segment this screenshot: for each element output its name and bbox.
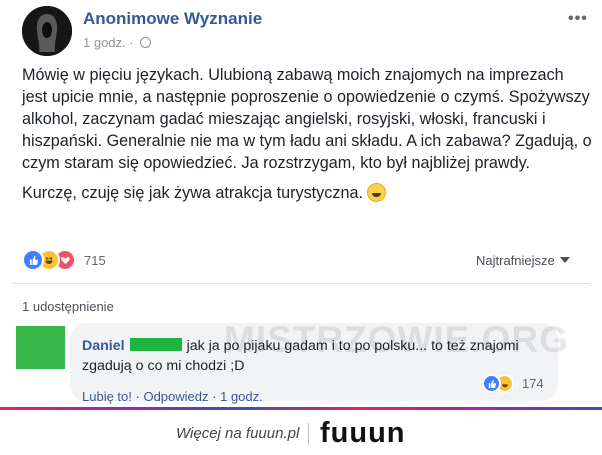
post-time[interactable]: 1 godz. <box>83 35 126 50</box>
meta-separator: · <box>129 35 134 50</box>
more-options-icon[interactable]: ••• <box>568 10 588 28</box>
reactions-summary[interactable]: 715 <box>22 249 106 271</box>
page-avatar[interactable] <box>22 6 72 56</box>
divider <box>12 283 590 284</box>
post-paragraph-2: Kurczę, czuję się jak żywa atrakcja tury… <box>22 182 592 204</box>
footer-link[interactable]: Więcej na fuuun.pl <box>176 425 299 442</box>
footer-stripe <box>0 407 602 410</box>
comment-time[interactable]: 1 godz. <box>220 389 263 404</box>
like-comment-link[interactable]: Lubię to! <box>82 389 132 404</box>
post-body: Mówię w pięciu językach. Ulubioną zabawą… <box>22 64 592 204</box>
avatar-image <box>22 6 72 56</box>
comment-avatar-redacted[interactable] <box>16 326 65 369</box>
action-separator: · <box>212 389 217 404</box>
redacted-name <box>129 338 182 351</box>
shares-count[interactable]: 1 udostępnienie <box>22 299 114 314</box>
page-name[interactable]: Anonimowe Wyznanie <box>83 9 262 29</box>
reply-link[interactable]: Odpowiedz <box>143 389 208 404</box>
comment-actions: Lubię to! · Odpowiedz · 1 godz. <box>82 389 263 404</box>
post-paragraph: Mówię w pięciu językach. Ulubioną zabawą… <box>22 66 592 172</box>
post-meta: 1 godz. · <box>83 35 152 50</box>
sort-label: Najtrafniejsze <box>476 253 555 268</box>
facebook-post: Anonimowe Wyznanie 1 godz. · ••• Mówię w… <box>0 0 602 407</box>
footer-separator <box>308 423 309 445</box>
comment-reaction-count: 174 <box>522 376 544 391</box>
smile-emoji <box>366 183 386 202</box>
like-reaction-icon <box>482 374 501 393</box>
sort-dropdown[interactable]: Najtrafniejsze <box>476 253 570 268</box>
dropdown-arrow-icon <box>559 257 570 263</box>
globe-icon <box>140 37 152 48</box>
comment-author[interactable]: Daniel <box>82 338 125 354</box>
site-logo[interactable]: fuuun <box>320 417 406 450</box>
action-separator: · <box>135 389 140 404</box>
like-reaction-icon <box>22 249 44 271</box>
comment-reactions[interactable]: 174 <box>482 374 544 393</box>
reaction-count: 715 <box>84 252 106 268</box>
comment-text: Daniel jak ja po pijaku gadam i to po pol… <box>82 336 522 376</box>
site-footer: Więcej na fuuun.pl fuuun <box>0 407 602 455</box>
